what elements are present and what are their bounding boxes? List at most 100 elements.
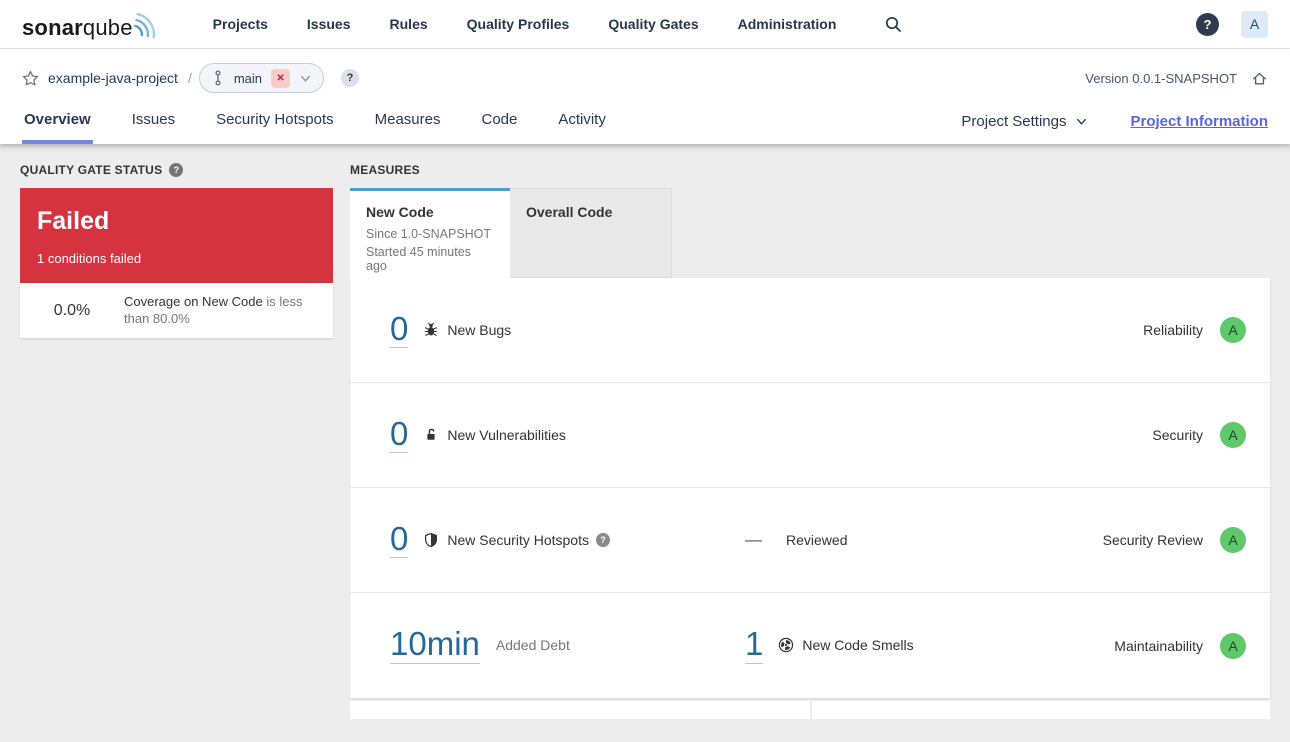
reviewed-dash-value: — (745, 530, 762, 549)
coverage-card-partial (350, 701, 810, 719)
new-security-hotspots-count-link[interactable]: 0 (390, 521, 409, 559)
measures-rows: 0 New Bugs Reliability A 0 New Vulnerabi… (350, 278, 1270, 698)
measures-tabs: New Code Since 1.0-SNAPSHOT Started 45 m… (350, 188, 1270, 278)
maintainability-rating: Maintainability A (1114, 632, 1246, 659)
branch-name: main (233, 70, 263, 86)
maintainability-label: Maintainability (1114, 637, 1203, 654)
logo-swoosh-icon (133, 12, 155, 39)
main-nav-items: Projects Issues Rules Quality Profiles Q… (213, 16, 837, 32)
security-rating: Security A (1152, 422, 1246, 448)
hotspots-reviewed-measure: — Reviewed (745, 530, 1103, 550)
security-review-rating-badge: A (1220, 527, 1246, 553)
measure-row-security: 0 New Vulnerabilities Security A (350, 383, 1270, 488)
added-debt-label: Added Debt (495, 637, 570, 654)
nav-item-administration[interactable]: Administration (738, 16, 837, 32)
branch-help-button[interactable]: ? (341, 69, 360, 87)
search-button[interactable] (884, 15, 902, 33)
security-review-rating: Security Review A (1103, 527, 1246, 553)
new-bugs-measure: 0 New Bugs (390, 311, 745, 349)
tab-security-hotspots[interactable]: Security Hotspots (214, 101, 336, 144)
breadcrumb: example-java-project / main ✕ ? Version … (0, 49, 1290, 101)
top-navigation-bar: sonarqube Projects Issues Rules Quality … (0, 0, 1290, 49)
new-code-since: Since 1.0-SNAPSHOT (366, 227, 492, 241)
reviewed-label: Reviewed (786, 532, 848, 548)
logo-text-bold: sonar (22, 15, 83, 40)
quality-gate-conditions-summary: 1 conditions failed (37, 251, 142, 266)
measures-header: MEASURES (350, 162, 1270, 178)
project-settings-menu[interactable]: Project Settings (961, 113, 1088, 130)
measures-title: MEASURES (350, 163, 420, 177)
failed-condition-row[interactable]: 0.0% Coverage on New Code is less than 8… (20, 283, 333, 338)
project-tabs: Overview Issues Security Hotspots Measur… (22, 101, 608, 144)
new-vulnerabilities-measure: 0 New Vulnerabilities (390, 416, 745, 454)
new-code-smells-measure: 1 New Code Smells (745, 627, 1114, 664)
project-tab-bar: Overview Issues Security Hotspots Measur… (0, 101, 1290, 144)
top-nav-right: ? A (1196, 10, 1268, 38)
project-version: Version 0.0.1-SNAPSHOT (1085, 70, 1237, 86)
sonarqube-logo[interactable]: sonarqube (22, 9, 161, 39)
tab-overall-code[interactable]: Overall Code (510, 188, 672, 278)
branch-clear-button[interactable]: ✕ (271, 68, 291, 88)
overview-content: QUALITY GATE STATUS ? Failed 1 condition… (0, 144, 1290, 726)
tab-activity[interactable]: Activity (556, 101, 608, 144)
nav-item-projects[interactable]: Projects (213, 16, 268, 32)
branch-selector[interactable]: main ✕ (198, 63, 325, 93)
user-avatar[interactable]: A (1241, 10, 1268, 38)
breadcrumb-project-name[interactable]: example-java-project (48, 70, 178, 86)
tab-code[interactable]: Code (479, 101, 519, 144)
project-settings-label: Project Settings (961, 113, 1067, 130)
code-smell-icon (779, 638, 794, 653)
branch-icon (215, 70, 221, 86)
tab-issues[interactable]: Issues (130, 101, 177, 144)
help-icon: ? (1203, 16, 1212, 32)
question-icon: ? (600, 534, 606, 545)
favorite-star-icon[interactable] (22, 70, 39, 87)
security-review-label: Security Review (1102, 532, 1203, 548)
open-lock-icon (427, 428, 435, 440)
quality-gate-help-button[interactable]: ? (169, 163, 184, 177)
new-vulnerabilities-count-link[interactable]: 0 (390, 416, 409, 454)
measure-row-reliability: 0 New Bugs Reliability A (350, 278, 1270, 383)
project-information-link[interactable]: Project Information (1130, 113, 1268, 130)
condition-description: Coverage on New Code is less than 80.0% (124, 294, 319, 327)
new-security-hotspots-measure: 0 New Security Hotspots ? (390, 521, 745, 559)
new-code-started: Started 45 minutes ago (366, 245, 471, 273)
condition-metric: Coverage on New Code (124, 294, 263, 310)
tab-bar-right: Project Settings Project Information (961, 113, 1268, 144)
overall-code-tab-label: Overall Code (526, 204, 613, 220)
new-security-hotspots-label: New Security Hotspots (447, 531, 589, 548)
chevron-down-icon (1077, 118, 1087, 125)
breadcrumb-separator: / (187, 70, 192, 86)
chevron-down-icon (301, 75, 310, 82)
security-label: Security (1152, 427, 1203, 443)
sonarqube-logo-text: sonarqube (22, 17, 133, 39)
header-right: Version 0.0.1-SNAPSHOT (1085, 70, 1268, 87)
home-icon[interactable] (1251, 70, 1268, 87)
new-vulnerabilities-label: New Vulnerabilities (447, 426, 566, 443)
nav-item-rules[interactable]: Rules (390, 16, 428, 32)
logo-text-light: qube (82, 15, 133, 40)
reliability-rating-badge: A (1220, 317, 1246, 343)
nav-item-issues[interactable]: Issues (307, 16, 351, 32)
new-code-tab-label: New Code (366, 204, 434, 220)
new-bugs-count-link[interactable]: 0 (390, 311, 409, 349)
nav-item-quality-profiles[interactable]: Quality Profiles (467, 16, 570, 32)
search-icon (886, 16, 902, 32)
hotspots-help-button[interactable]: ? (595, 532, 610, 547)
duplications-card-partial (812, 701, 1270, 719)
tab-new-code[interactable]: New Code Since 1.0-SNAPSHOT Started 45 m… (350, 188, 510, 278)
new-code-smells-count-link[interactable]: 1 (745, 627, 764, 664)
reliability-rating: Reliability A (1143, 317, 1246, 343)
measure-row-maintainability: 10min Added Debt 1 New Code Smells Maint… (350, 593, 1270, 698)
avatar-initial: A (1249, 16, 1260, 32)
added-debt-link[interactable]: 10min (390, 627, 480, 664)
tab-measures[interactable]: Measures (373, 101, 443, 144)
help-button[interactable]: ? (1196, 12, 1219, 36)
question-icon: ? (346, 72, 354, 84)
quality-gate-panel: QUALITY GATE STATUS ? Failed 1 condition… (20, 162, 333, 726)
quality-gate-title: QUALITY GATE STATUS (20, 163, 163, 177)
measure-row-security-review: 0 New Security Hotspots ? — Reviewed Sec… (350, 488, 1270, 593)
tab-overview[interactable]: Overview (22, 101, 93, 144)
condition-value: 0.0% (53, 301, 91, 319)
nav-item-quality-gates[interactable]: Quality Gates (608, 16, 698, 32)
